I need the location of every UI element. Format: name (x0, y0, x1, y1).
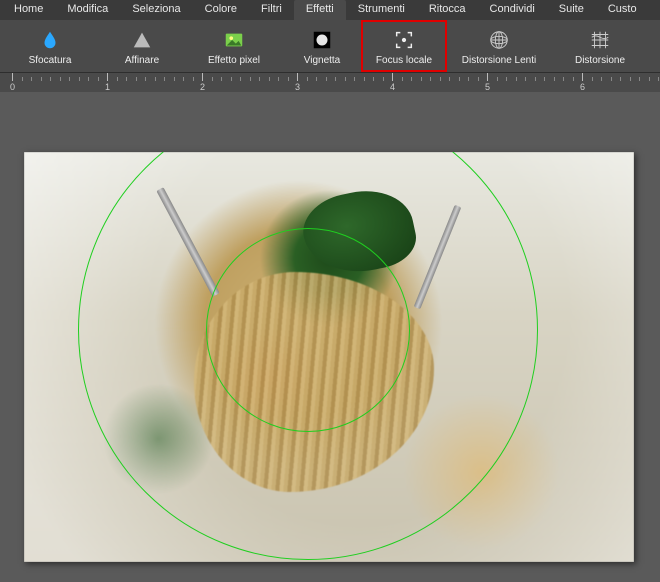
tool-sharpen[interactable]: Affinare (98, 21, 186, 71)
tool-pixelate[interactable]: Effetto pixel (186, 21, 282, 71)
workspace (0, 92, 660, 582)
menu-home[interactable]: Home (2, 0, 55, 20)
ruler-label: 6 (580, 82, 585, 92)
tool-vignette[interactable]: Vignetta (282, 21, 362, 71)
menu-effetti[interactable]: Effetti (294, 0, 346, 20)
menu-ritocca[interactable]: Ritocca (417, 0, 478, 20)
menu-condividi[interactable]: Condividi (478, 0, 547, 20)
ruler-tick (202, 73, 203, 81)
ruler-label: 2 (200, 82, 205, 92)
tool-localfocus[interactable]: Focus locale (362, 21, 446, 71)
ruler-tick (107, 73, 108, 81)
menu-modifica[interactable]: Modifica (55, 0, 120, 20)
tool-label: Affinare (125, 55, 159, 66)
droplet-icon (39, 27, 61, 53)
horizontal-ruler: 0 1 2 3 4 5 6 (0, 72, 660, 92)
menu-seleziona[interactable]: Seleziona (120, 0, 192, 20)
vignette-icon (311, 27, 333, 53)
tool-lensdist[interactable]: Distorsione Lenti (446, 21, 552, 71)
ruler-tick (392, 73, 393, 81)
ruler-tick (582, 73, 583, 81)
menu-suite[interactable]: Suite (547, 0, 596, 20)
menu-custo[interactable]: Custo (596, 0, 649, 20)
ruler-label: 4 (390, 82, 395, 92)
image-icon (223, 27, 245, 53)
tool-label: Sfocatura (29, 55, 72, 66)
grid-sphere-icon (488, 27, 510, 53)
tool-blur[interactable]: Sfocatura (2, 21, 98, 71)
ruler-label: 5 (485, 82, 490, 92)
grid-wave-icon (589, 27, 611, 53)
menubar: HomeModificaSelezionaColoreFiltriEffetti… (0, 0, 660, 20)
effects-toolbar: Sfocatura Affinare Effetto pixel Vignetta Fo… (0, 20, 660, 72)
crosshair-icon (393, 27, 415, 53)
tool-label: Distorsione Lenti (462, 55, 536, 66)
ruler-label: 3 (295, 82, 300, 92)
menu-strumenti[interactable]: Strumenti (346, 0, 417, 20)
tool-label: Distorsione (575, 55, 625, 66)
ruler-label: 1 (105, 82, 110, 92)
menu-colore[interactable]: Colore (193, 0, 249, 20)
tool-distortion[interactable]: Distorsione (552, 21, 648, 71)
triangle-icon (131, 27, 153, 53)
ruler-tick (487, 73, 488, 81)
tool-label: Focus locale (376, 55, 432, 66)
ruler-tick (12, 73, 13, 81)
ruler-label: 0 (10, 82, 15, 92)
tool-label: Effetto pixel (208, 55, 260, 66)
image-canvas[interactable] (24, 152, 634, 562)
menu-filtri[interactable]: Filtri (249, 0, 294, 20)
ruler-tick (297, 73, 298, 81)
tool-label: Vignetta (304, 55, 341, 66)
